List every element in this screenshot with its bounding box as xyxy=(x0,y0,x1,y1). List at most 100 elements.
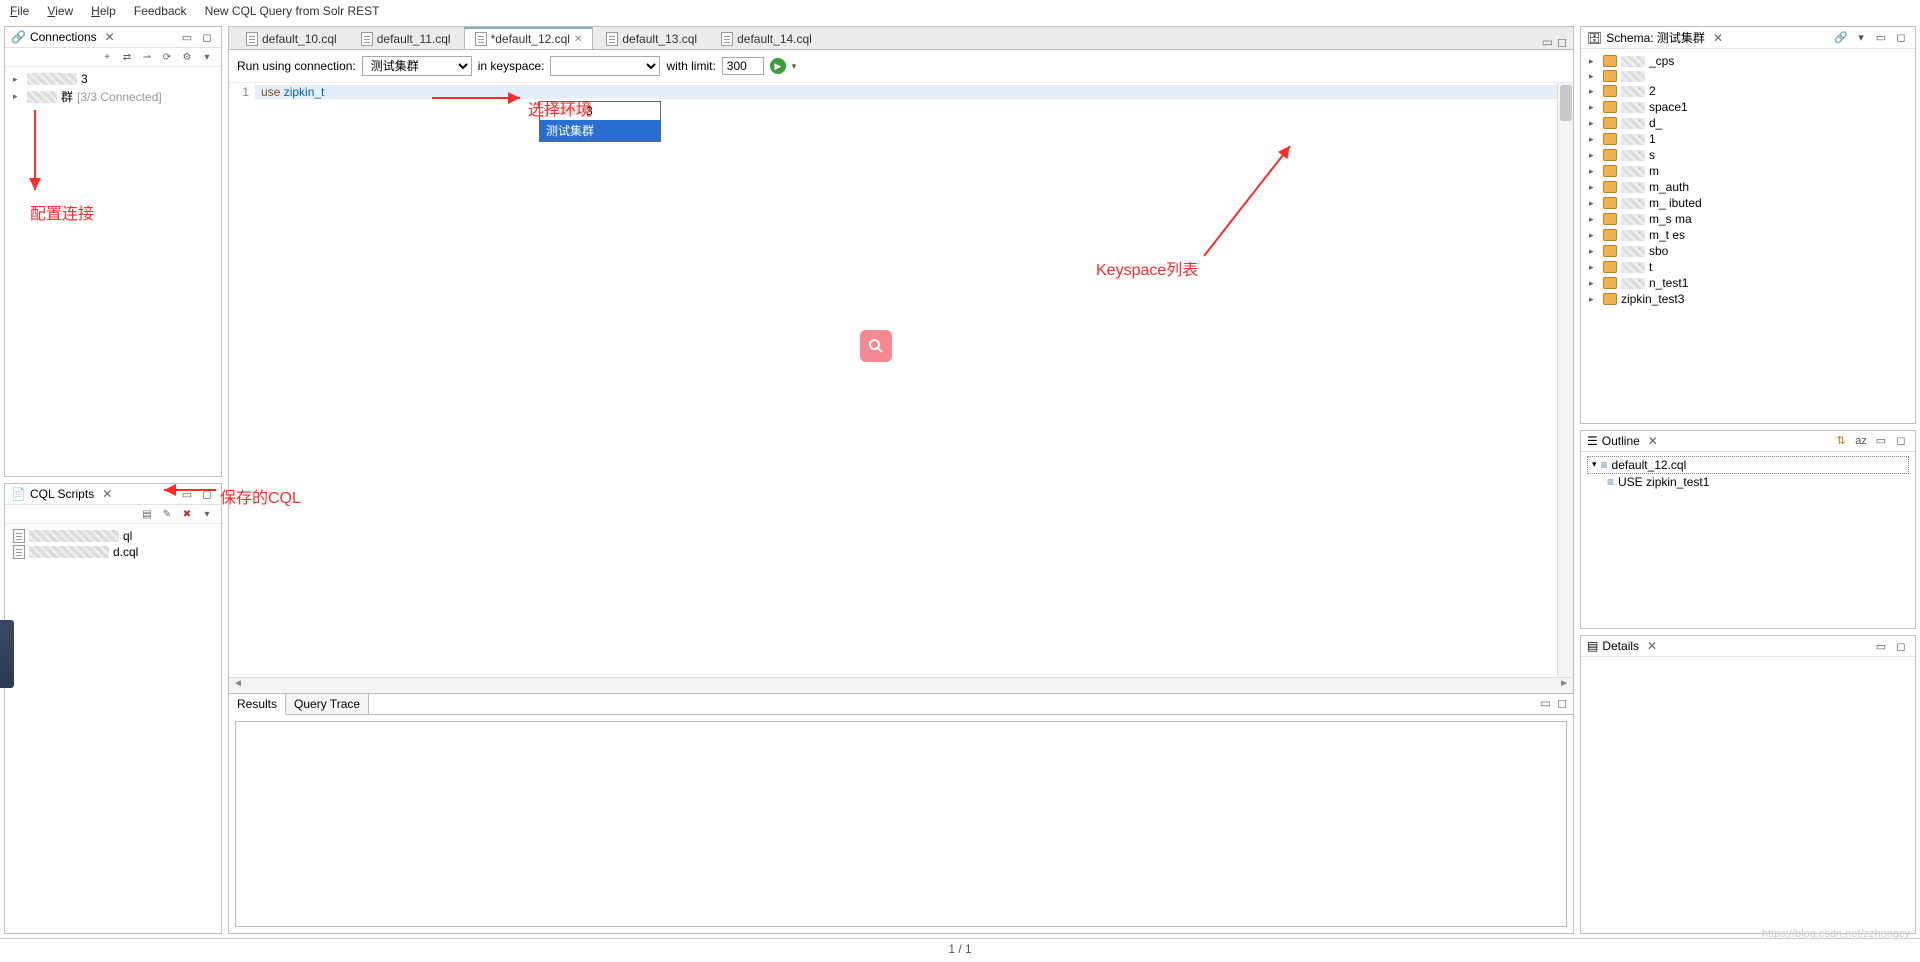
connect-icon[interactable]: ⇄ xyxy=(119,50,135,64)
minimize-icon[interactable]: ▭ xyxy=(179,29,195,45)
close-icon[interactable]: ✕ xyxy=(574,34,582,45)
schema-keyspace-item[interactable]: ▸m_ ibuted xyxy=(1587,195,1909,211)
schema-keyspace-item[interactable]: ▸sbo xyxy=(1587,243,1909,259)
menu-view[interactable]: View xyxy=(47,4,73,18)
dropdown-option-selected[interactable]: 测试集群 xyxy=(540,120,660,141)
outline-child[interactable]: ≡ USE zipkin_test1 xyxy=(1587,474,1909,490)
limit-input[interactable] xyxy=(722,57,764,75)
maximize-icon[interactable]: ◻ xyxy=(1557,35,1567,49)
caret-icon[interactable]: ▸ xyxy=(1589,150,1599,161)
close-icon[interactable]: ✕ xyxy=(105,30,115,44)
disconnect-icon[interactable]: ⇀ xyxy=(139,50,155,64)
schema-keyspace-item[interactable]: ▸1 xyxy=(1587,131,1909,147)
minimize-icon[interactable]: ▭ xyxy=(1873,638,1889,654)
connection-select[interactable]: 测试集群 xyxy=(362,56,472,76)
schema-keyspace-item[interactable]: ▸zipkin_test3 xyxy=(1587,291,1909,307)
close-icon[interactable]: ✕ xyxy=(1648,434,1658,448)
menu-help[interactable]: Help xyxy=(91,4,116,18)
code-editor[interactable]: 1 use zipkin_t 3 测试集群 xyxy=(229,83,1573,677)
horizontal-scrollbar[interactable] xyxy=(229,677,1573,693)
schema-keyspace-item[interactable]: ▸d_ xyxy=(1587,115,1909,131)
dropdown-option[interactable]: 3 xyxy=(540,102,660,120)
close-icon[interactable]: ✕ xyxy=(1647,639,1657,653)
caret-icon[interactable]: ▸ xyxy=(1589,182,1599,193)
menu-file[interactable]: FFileile xyxy=(10,4,29,18)
minimize-icon[interactable]: ▭ xyxy=(1540,696,1551,712)
caret-icon[interactable]: ▸ xyxy=(1589,198,1599,209)
minimize-icon[interactable]: ▭ xyxy=(1873,30,1889,46)
editor-tab-active[interactable]: *default_12.cql✕ xyxy=(464,27,594,49)
caret-icon[interactable]: ▸ xyxy=(1589,134,1599,145)
caret-icon[interactable]: ▸ xyxy=(1589,102,1599,113)
caret-down-icon[interactable]: ▾ xyxy=(1592,459,1597,470)
caret-icon[interactable]: ▸ xyxy=(1589,246,1599,257)
caret-icon[interactable]: ▸ xyxy=(13,74,23,85)
refresh-icon[interactable]: ⟳ xyxy=(159,50,175,64)
caret-icon[interactable]: ▸ xyxy=(13,91,23,102)
delete-script-icon[interactable]: ✖ xyxy=(179,507,195,521)
outline-root[interactable]: ▾ ≡ default_12.cql xyxy=(1587,456,1909,474)
schema-keyspace-item[interactable]: ▸m_s ma xyxy=(1587,211,1909,227)
maximize-icon[interactable]: ◻ xyxy=(1893,30,1909,46)
connection-item[interactable]: ▸ 群 [3/3 Connected] xyxy=(11,87,215,106)
maximize-icon[interactable]: ◻ xyxy=(1893,638,1909,654)
collapse-icon[interactable]: ▾ xyxy=(199,50,215,64)
schema-keyspace-item[interactable]: ▸t xyxy=(1587,259,1909,275)
side-handle[interactable] xyxy=(0,620,14,688)
caret-icon[interactable]: ▸ xyxy=(1589,262,1599,273)
caret-icon[interactable]: ▸ xyxy=(1589,166,1599,177)
schema-keyspace-item[interactable]: ▸space1 xyxy=(1587,99,1909,115)
schema-keyspace-item[interactable]: ▸_cps xyxy=(1587,53,1909,69)
caret-icon[interactable]: ▸ xyxy=(1589,294,1599,305)
vertical-scrollbar[interactable] xyxy=(1557,83,1573,677)
editor-tab[interactable]: default_10.cql xyxy=(235,28,348,49)
add-connection-icon[interactable]: + xyxy=(99,50,115,64)
connection-item[interactable]: ▸ 3 xyxy=(11,71,215,87)
caret-icon[interactable]: ▸ xyxy=(1589,71,1599,82)
menu-feedback[interactable]: Feedback xyxy=(134,4,187,18)
caret-icon[interactable]: ▸ xyxy=(1589,56,1599,67)
az-icon[interactable]: aᴢ xyxy=(1853,433,1869,449)
caret-icon[interactable]: ▸ xyxy=(1589,278,1599,289)
schema-keyspace-item[interactable]: ▸s xyxy=(1587,147,1909,163)
new-script-icon[interactable]: ▤ xyxy=(139,507,155,521)
schema-keyspace-item[interactable]: ▸ xyxy=(1587,69,1909,83)
editor-tab[interactable]: default_13.cql xyxy=(595,28,708,49)
maximize-icon[interactable]: ◻ xyxy=(199,486,215,502)
caret-icon[interactable]: ▸ xyxy=(1589,230,1599,241)
close-icon[interactable]: ✕ xyxy=(1713,31,1723,45)
minimize-icon[interactable]: ▭ xyxy=(1542,35,1553,49)
connection-dropdown[interactable]: 3 测试集群 xyxy=(539,101,661,142)
filter-icon[interactable]: ⚙ xyxy=(179,50,195,64)
close-icon[interactable]: ✕ xyxy=(102,487,112,501)
keyspace-select[interactable] xyxy=(550,56,660,76)
sort-icon[interactable]: ⇅ xyxy=(1833,433,1849,449)
script-item[interactable]: d.cql xyxy=(11,544,215,560)
minimize-icon[interactable]: ▭ xyxy=(179,486,195,502)
query-trace-tab[interactable]: Query Trace xyxy=(286,694,369,714)
maximize-icon[interactable]: ◻ xyxy=(1557,696,1567,712)
editor-tab[interactable]: default_11.cql xyxy=(350,28,462,49)
caret-icon[interactable]: ▸ xyxy=(1589,86,1599,97)
minimize-icon[interactable]: ▭ xyxy=(1873,433,1889,449)
link-icon[interactable]: 🔗 xyxy=(1833,30,1849,46)
edit-script-icon[interactable]: ✎ xyxy=(159,507,175,521)
menu-new-cql[interactable]: New CQL Query from Solr REST xyxy=(205,4,380,18)
script-item[interactable]: ql xyxy=(11,528,215,544)
schema-keyspace-item[interactable]: ▸m_auth xyxy=(1587,179,1909,195)
menu-icon[interactable]: ▾ xyxy=(199,507,215,521)
caret-icon[interactable]: ▸ xyxy=(1589,214,1599,225)
editor-tab[interactable]: default_14.cql xyxy=(710,28,823,49)
schema-keyspace-item[interactable]: ▸2 xyxy=(1587,83,1909,99)
results-tab[interactable]: Results xyxy=(229,694,286,715)
run-button[interactable]: ▶ xyxy=(770,58,786,74)
caret-icon[interactable]: ▸ xyxy=(1589,118,1599,129)
schema-keyspace-item[interactable]: ▸m_t es xyxy=(1587,227,1909,243)
maximize-icon[interactable]: ◻ xyxy=(1893,433,1909,449)
run-menu-caret-icon[interactable]: ▾ xyxy=(792,61,797,72)
schema-keyspace-item[interactable]: ▸n_test1 xyxy=(1587,275,1909,291)
menu-icon[interactable]: ▾ xyxy=(1853,30,1869,46)
schema-keyspace-item[interactable]: ▸m xyxy=(1587,163,1909,179)
floating-search-icon[interactable] xyxy=(860,330,892,362)
maximize-icon[interactable]: ◻ xyxy=(199,29,215,45)
